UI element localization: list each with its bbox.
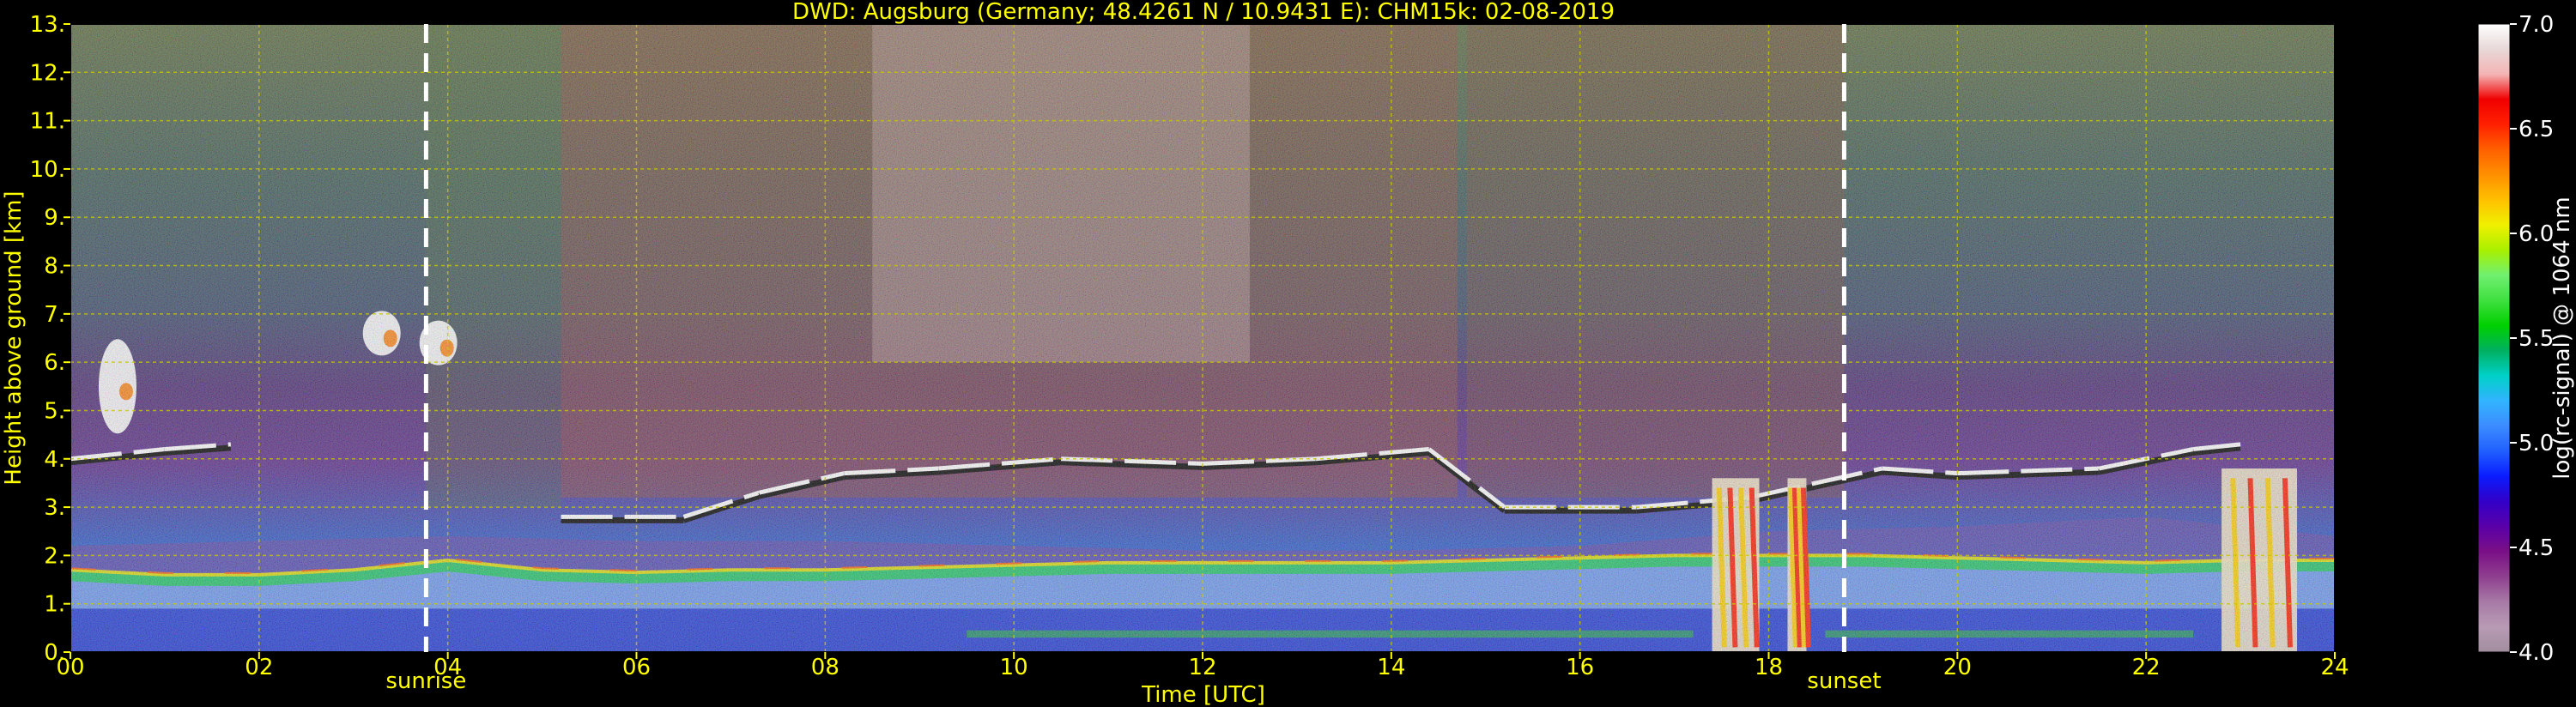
x-tick-label: 22 [2132,655,2161,680]
colorbar-bar [2477,23,2511,653]
x-tick-label: 20 [1943,655,1972,680]
y-tick-label: 13. [30,12,65,38]
colorbar-tick-label: 7.0 [2518,12,2554,38]
x-tick-label: 12 [1188,655,1216,680]
y-axis: 0. 1. 2. 3. 4. 5. 6. 7. 8. 9. 10. 11. 12. 13. [30,12,70,666]
x-tick-label: 08 [811,655,839,680]
y-tick-label: 3. [44,495,65,521]
y-tick-label: 6. [44,350,65,376]
signal-noise [70,24,2335,652]
x-tick-label: 02 [245,655,273,680]
x-tick-label: 14 [1377,655,1405,680]
y-tick-label: 9. [44,205,65,231]
y-tick-label: 2. [44,543,65,569]
x-axis-label: Time [UTC] [1141,682,1265,707]
y-tick-label: 11. [30,109,65,135]
colorbar: 4.04.55.05.56.06.57.0 [2477,12,2554,666]
y-tick-label: 7. [44,302,65,328]
x-tick-label: 06 [622,655,651,680]
x-tick-label: 10 [1000,655,1028,680]
plot-area [70,24,2335,652]
colorbar-label: log(rc-signal) @ 1064 nm [2549,196,2575,479]
colorbar-tick-label: 4.5 [2518,535,2554,561]
y-tick-label: 12. [30,60,65,86]
y-tick-label: 8. [44,254,65,280]
y-tick-label: 10. [30,157,65,183]
lidar-chart: sunrise sunset 00 02 04 06 08 10 12 14 16 18 20 22 24… [1,0,2575,707]
x-tick-label: 04 [433,655,462,680]
chart-title: DWD: Augsburg (Germany; 48.4261 N / 10.9… [792,0,1615,25]
y-tick-label: 5. [44,398,65,424]
y-axis-label: Height above ground [km] [1,190,27,485]
sunset-label: sunset [1807,668,1881,694]
colorbar-tick-label: 6.5 [2518,117,2554,142]
y-tick-label: 1. [44,592,65,618]
x-tick-label: 18 [1755,655,1783,680]
y-tick-label: 0. [44,640,65,666]
x-tick-label: 16 [1566,655,1594,680]
y-tick-label: 4. [44,447,65,473]
x-tick-label: 24 [2320,655,2349,680]
colorbar-tick-label: 4.0 [2518,640,2554,666]
